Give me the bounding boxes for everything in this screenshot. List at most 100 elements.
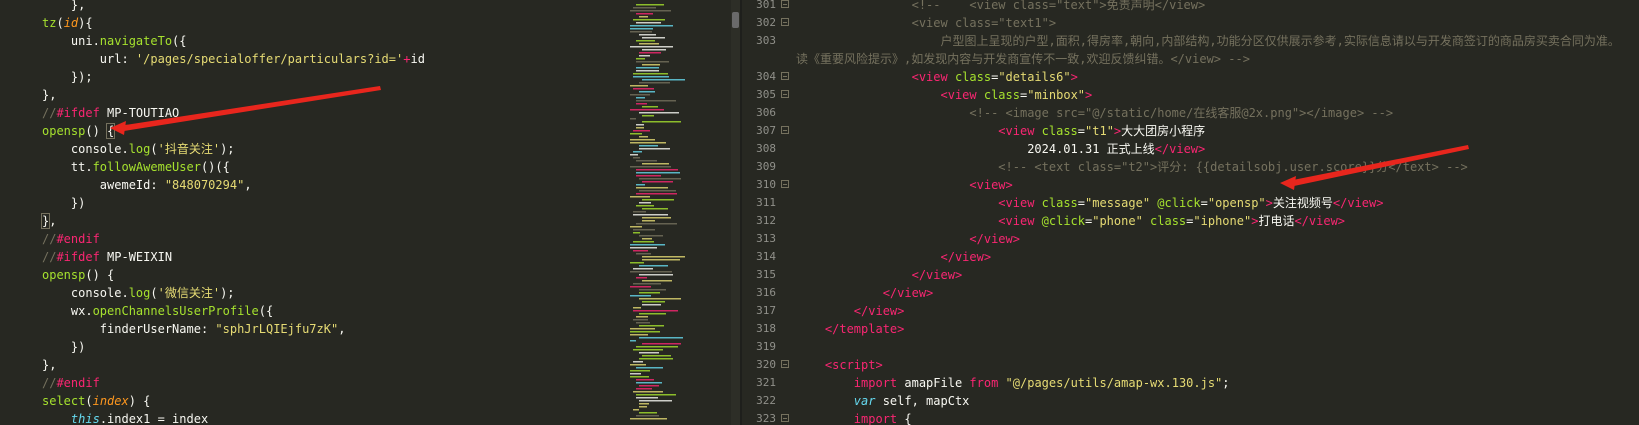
code-line[interactable]: console.log('微信关注'); bbox=[42, 284, 425, 302]
code-line[interactable]: opensp() { bbox=[42, 122, 425, 140]
fold-icon[interactable] bbox=[781, 360, 789, 368]
minimap-line bbox=[633, 214, 668, 216]
minimap-line bbox=[639, 235, 663, 237]
code-line[interactable]: }, bbox=[42, 0, 425, 14]
code-line[interactable]: <view class="details6"> bbox=[796, 68, 1620, 86]
minimap-line bbox=[630, 226, 642, 228]
code-line[interactable]: 户型图上呈现的户型,面积,得房率,朝向,内部结构,功能分区仅供展示参考,实际信息… bbox=[796, 32, 1619, 50]
code-line[interactable]: 读《重要风险提示》,如发现内容与开发商宣传不一致,欢迎反馈纠错。</view> … bbox=[796, 50, 1620, 68]
code-line[interactable]: //#ifdef MP-TOUTIAO bbox=[42, 104, 425, 122]
code-line[interactable] bbox=[796, 338, 1620, 356]
minimap-line bbox=[639, 289, 666, 291]
line-number: 322 bbox=[756, 394, 776, 407]
fold-markers[interactable] bbox=[781, 0, 791, 425]
minimap-line bbox=[633, 229, 655, 231]
minimap-line bbox=[639, 292, 660, 294]
line-number: 307 bbox=[756, 124, 776, 137]
code-line[interactable]: </view> bbox=[796, 248, 1620, 266]
code-line[interactable]: //#endif bbox=[42, 230, 425, 248]
code-line[interactable]: <view class="minbox"> bbox=[796, 86, 1620, 104]
fold-icon[interactable] bbox=[781, 414, 789, 422]
code-line[interactable]: </view> bbox=[796, 284, 1620, 302]
left-editor-pane[interactable]: }, tz(id){ uni.navigateTo({ url: '/pages… bbox=[0, 0, 630, 425]
minimap-line bbox=[639, 178, 681, 180]
code-line[interactable]: finderUserName: "sphJrLQIEjfu7zK", bbox=[42, 320, 425, 338]
code-line[interactable]: var self, mapCtx bbox=[796, 392, 1620, 410]
line-number: 308 bbox=[756, 142, 776, 155]
code-line[interactable]: </view> bbox=[796, 266, 1620, 284]
code-line[interactable]: <script> bbox=[796, 356, 1620, 374]
code-line[interactable]: }, bbox=[40, 212, 425, 230]
code-line[interactable]: //#ifdef MP-WEIXIN bbox=[42, 248, 425, 266]
minimap-line bbox=[639, 403, 649, 405]
minimap-line bbox=[630, 28, 653, 30]
code-line[interactable]: </view> bbox=[796, 302, 1620, 320]
code-line[interactable]: </view> bbox=[796, 230, 1620, 248]
minimap-preview[interactable] bbox=[630, 0, 740, 425]
minimap-line bbox=[630, 331, 660, 333]
minimap-line bbox=[633, 19, 665, 21]
minimap-line bbox=[630, 271, 672, 273]
fold-icon[interactable] bbox=[781, 0, 789, 8]
scrollbar-thumb[interactable] bbox=[732, 12, 739, 28]
code-line[interactable]: }, bbox=[42, 86, 425, 104]
code-line[interactable]: <view> bbox=[796, 176, 1620, 194]
code-line[interactable]: this.index1 = index bbox=[42, 410, 425, 425]
minimap-line bbox=[642, 163, 669, 165]
minimap-line bbox=[630, 154, 638, 156]
minimap-line bbox=[642, 199, 674, 201]
code-line[interactable]: </template> bbox=[796, 320, 1620, 338]
minimap-line bbox=[630, 46, 673, 48]
code-line[interactable]: <view class="text1"> bbox=[796, 14, 1620, 32]
fold-icon[interactable] bbox=[781, 180, 789, 188]
code-line[interactable]: <view @click="phone" class="iphone">打电话<… bbox=[796, 212, 1620, 230]
code-line[interactable]: }) bbox=[42, 338, 425, 356]
line-number: 302 bbox=[756, 16, 776, 29]
line-number: 323 bbox=[756, 412, 776, 425]
line-number: 319 bbox=[756, 340, 776, 353]
code-line[interactable]: wx.openChannelsUserProfile({ bbox=[42, 302, 425, 320]
scrollbar[interactable] bbox=[731, 0, 740, 425]
minimap-line bbox=[633, 391, 663, 393]
right-editor-pane[interactable]: 301 302 303 304 305 306 307 308 309 310 311 312 313 3… bbox=[742, 0, 1639, 425]
minimap-line bbox=[633, 151, 642, 153]
minimap-line bbox=[633, 157, 640, 159]
code-line[interactable]: <!-- <text class="t2">评分: {{detailsobj.u… bbox=[796, 158, 1620, 176]
code-line[interactable]: <view class="message" @click="opensp">关注… bbox=[796, 194, 1620, 212]
left-code-area[interactable]: }, tz(id){ uni.navigateTo({ url: '/pages… bbox=[40, 0, 425, 425]
minimap[interactable] bbox=[630, 0, 740, 425]
code-line[interactable]: }) bbox=[42, 194, 425, 212]
code-line[interactable]: tt.followAwemeUser()({ bbox=[42, 158, 425, 176]
minimap-line bbox=[630, 376, 649, 378]
code-line[interactable]: <view class="t1">大大团房小程序 bbox=[796, 122, 1620, 140]
code-line[interactable]: tz(id){ bbox=[42, 14, 425, 32]
code-line[interactable]: }, bbox=[42, 356, 425, 374]
minimap-line bbox=[636, 382, 662, 384]
code-line[interactable]: 2024.01.31 正式上线</view> bbox=[796, 140, 1620, 158]
code-line[interactable]: //#endif bbox=[42, 374, 425, 392]
fold-icon[interactable] bbox=[781, 18, 789, 26]
code-line[interactable]: }); bbox=[42, 68, 425, 86]
code-line[interactable]: import { bbox=[796, 410, 1620, 425]
fold-icon[interactable] bbox=[781, 90, 789, 98]
minimap-line bbox=[642, 259, 680, 261]
code-line[interactable]: console.log('抖音关注'); bbox=[42, 140, 425, 158]
code-line[interactable]: url: '/pages/specialoffer/particulars?id… bbox=[42, 50, 425, 68]
minimap-line bbox=[639, 400, 672, 402]
fold-icon[interactable] bbox=[781, 72, 789, 80]
fold-icon[interactable] bbox=[781, 126, 789, 134]
minimap-line bbox=[639, 265, 668, 267]
line-number: 315 bbox=[756, 268, 776, 281]
code-line[interactable]: uni.navigateTo({ bbox=[42, 32, 425, 50]
code-line[interactable]: <!-- <image src="@/static/home/在线客服@2x.p… bbox=[796, 104, 1620, 122]
code-line[interactable]: <!-- <view class="text">免责声明</view> bbox=[796, 0, 1620, 14]
right-code-area[interactable]: <!-- <view class="text">免责声明</view> <vie… bbox=[796, 0, 1620, 425]
code-line[interactable]: awemeId: "848070294", bbox=[42, 176, 425, 194]
code-line[interactable]: opensp() { bbox=[42, 266, 425, 284]
code-line[interactable]: import amapFile from "@/pages/utils/amap… bbox=[796, 374, 1620, 392]
minimap-line bbox=[633, 232, 640, 234]
minimap-line bbox=[633, 241, 654, 243]
minimap-line bbox=[633, 361, 643, 363]
minimap-line bbox=[633, 130, 650, 132]
code-line[interactable]: select(index) { bbox=[42, 392, 425, 410]
